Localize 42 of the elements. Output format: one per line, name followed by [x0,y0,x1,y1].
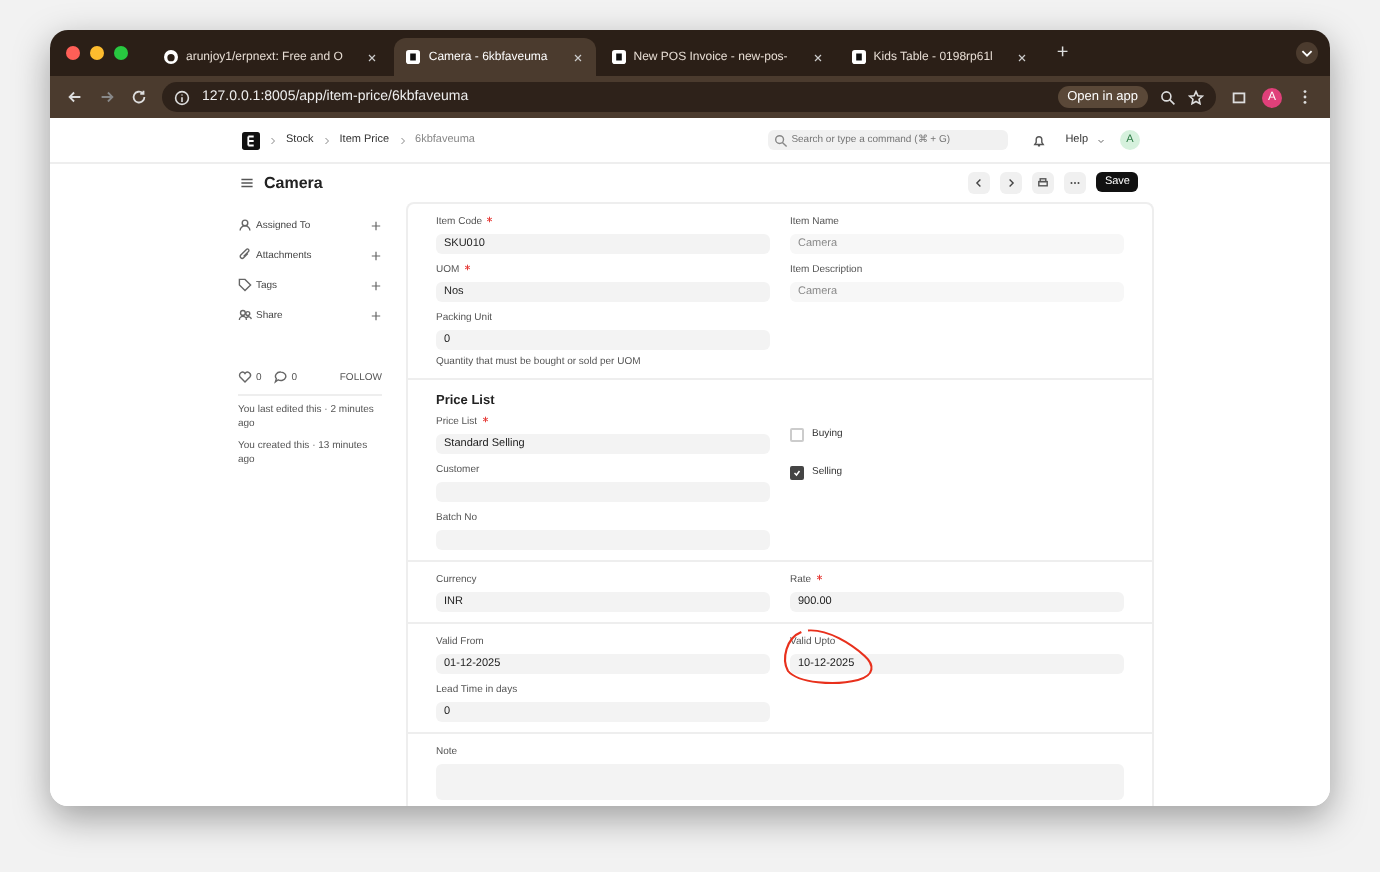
tag-icon [238,278,252,292]
next-button[interactable] [1000,171,1023,193]
close-tab-icon[interactable] [571,51,584,63]
back-arrow-icon[interactable] [66,88,84,106]
close-tab-icon[interactable] [811,51,824,63]
plus-icon[interactable] [370,249,382,261]
maximize-window-icon[interactable] [114,46,128,60]
star-icon[interactable] [1188,89,1204,105]
forward-arrow-icon[interactable] [98,88,116,106]
chevron-down-icon[interactable] [1296,42,1318,64]
chevron-right-icon [1004,175,1019,189]
chevron-right-icon [397,135,408,145]
page-title: Camera [264,173,323,191]
chevron-right-icon [321,135,332,145]
site-info-icon[interactable] [174,89,190,105]
chevron-right-icon [268,135,278,145]
app-logo-icon [611,50,626,64]
menu-icon[interactable] [240,175,254,189]
new-tab-button[interactable]: + [1056,42,1069,64]
extensions-icon[interactable] [1230,88,1248,106]
people-icon [238,308,252,322]
bell-icon[interactable] [1031,133,1046,147]
reload-icon[interactable] [130,88,148,106]
plus-icon[interactable] [370,279,382,291]
close-window-icon[interactable] [66,46,80,60]
close-tab-icon[interactable] [366,51,379,63]
minimize-window-icon[interactable] [90,46,104,60]
plus-icon[interactable] [370,219,382,231]
app-logo-icon [851,50,866,64]
print-button[interactable] [1032,171,1055,193]
checkbox[interactable] [790,465,804,479]
close-tab-icon[interactable] [1016,51,1029,63]
previous-button[interactable] [968,171,991,193]
app-logo-icon [406,50,421,64]
comment-icon[interactable] [273,370,288,384]
paperclip-icon [238,248,252,262]
heart-icon[interactable] [238,370,252,384]
app-logo-icon[interactable] [242,131,260,149]
zoom-icon[interactable] [1160,89,1176,105]
printer-icon [1036,175,1051,189]
plus-icon[interactable] [370,309,382,321]
user-icon [238,218,252,232]
